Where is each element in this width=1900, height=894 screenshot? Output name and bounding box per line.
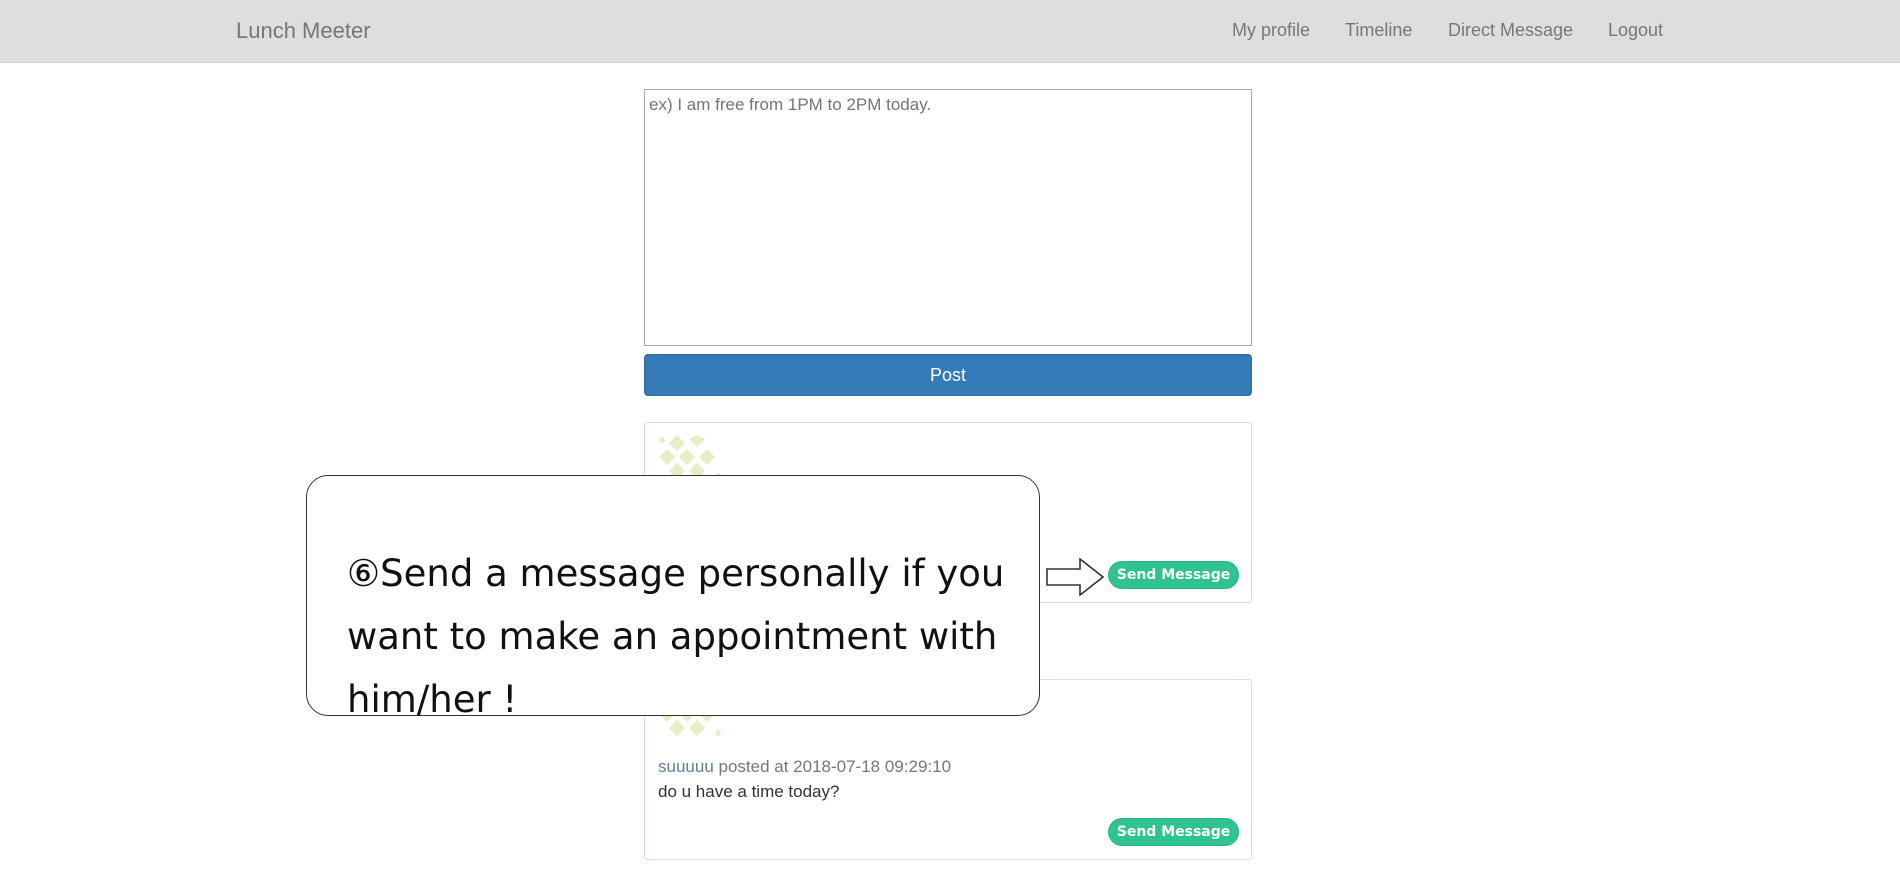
send-message-button[interactable]: Send Message (1108, 561, 1239, 589)
right-arrow-icon (1046, 558, 1104, 596)
post-button[interactable]: Post (644, 354, 1252, 396)
post-username[interactable]: suuuuu (658, 757, 714, 776)
callout-text: ⑥Send a message personally if you want t… (347, 552, 1005, 721)
send-message-button[interactable]: Send Message (1108, 818, 1239, 846)
post-body: do u have a time today? (658, 782, 840, 801)
nav-links: My profile Timeline Direct Message Logou… (0, 20, 1900, 44)
post-meta: suuuuu posted at 2018-07-18 09:29:10 (658, 757, 951, 777)
post-timestamp: posted at 2018-07-18 09:29:10 (713, 757, 952, 776)
nav-direct-message[interactable]: Direct Message (1448, 20, 1573, 41)
post-textarea[interactable] (644, 89, 1252, 346)
nav-logout[interactable]: Logout (1608, 20, 1663, 41)
nav-timeline[interactable]: Timeline (1345, 20, 1412, 41)
nav-my-profile[interactable]: My profile (1232, 20, 1310, 41)
navbar: Lunch Meeter My profile Timeline Direct … (0, 0, 1900, 63)
tutorial-callout: ⑥Send a message personally if you want t… (306, 475, 1040, 721)
